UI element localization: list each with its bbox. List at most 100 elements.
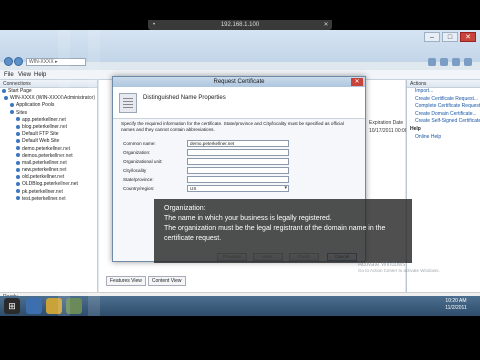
video-frame: – □ ✕ WIN-XXXX ▸ File View Help Connecti…	[0, 0, 480, 360]
globe-icon	[16, 146, 20, 151]
organizational-unit-label: Organizational unit:	[123, 159, 163, 164]
forward-icon[interactable]	[14, 57, 23, 66]
start-button[interactable]: ⊞	[4, 298, 20, 314]
actions-header: Actions	[407, 80, 480, 88]
tree-item[interactable]: test.peterkellner.net	[0, 196, 97, 203]
tree-item-label: Default FTP Site	[22, 131, 59, 138]
tree-item[interactable]: old.peterkellner.net	[0, 174, 97, 181]
common-name-label: Common name:	[123, 141, 156, 146]
letterbox-bottom	[0, 316, 480, 360]
tree-item[interactable]: WIN-XXXX (WIN-XXXX\Administrator)	[0, 95, 97, 102]
node-icon	[4, 95, 8, 100]
globe-icon	[16, 117, 20, 122]
city-label: City/locality	[123, 168, 147, 173]
connections-pane: Connections Start Page WIN-XXXX (WIN-XXXX…	[0, 80, 98, 292]
dialog-instructions: Specify the required information for the…	[121, 121, 344, 133]
node-icon	[10, 110, 14, 115]
tree-item[interactable]: OLDBlog.peterkellner.net	[0, 181, 97, 188]
globe-icon	[16, 138, 20, 143]
stop-icon[interactable]	[440, 58, 448, 66]
tree-item[interactable]: demos.peterkellner.net	[0, 153, 97, 160]
tree-item[interactable]: demo.peterkellner.net	[0, 146, 97, 153]
video-stripe-mid	[88, 30, 100, 316]
tree-item-label: Application Pools	[16, 102, 55, 109]
globe-icon	[16, 160, 20, 165]
menu-file[interactable]: File	[4, 70, 14, 80]
tree-item[interactable]: Default Web Site	[0, 138, 97, 145]
tree-item[interactable]: Start Page	[0, 88, 97, 95]
tree-item-label: Sites	[16, 109, 28, 116]
letterbox-top	[0, 0, 480, 20]
globe-icon	[16, 131, 20, 136]
action-link[interactable]: Complete Certificate Request...	[407, 103, 480, 111]
activation-watermark: Activate Windows Go to Action Center to …	[358, 262, 478, 273]
node-icon	[10, 103, 14, 108]
tree-item[interactable]: app.peterkellner.net	[0, 117, 97, 124]
connections-header: Connections	[0, 80, 97, 88]
city-field[interactable]	[187, 167, 289, 174]
back-icon[interactable]	[4, 57, 13, 66]
action-link[interactable]: Create Domain Certificate...	[407, 111, 480, 119]
country-label: Country/region:	[123, 186, 155, 191]
certificate-icon	[119, 93, 137, 113]
tree-item[interactable]: blog.peterkellner.net	[0, 124, 97, 131]
dialog-titlebar: Request Certificate ✕	[113, 77, 365, 87]
globe-icon	[16, 189, 20, 194]
maximize-button[interactable]: □	[442, 32, 458, 42]
remote-close-icon[interactable]: ✕	[322, 21, 330, 29]
organizational-unit-field[interactable]	[187, 158, 289, 165]
tree-item-label: pk.peterkellner.net	[22, 188, 63, 195]
menu-help[interactable]: Help	[34, 70, 46, 80]
action-link[interactable]: Create Self-Signed Certificate...	[407, 118, 480, 126]
column-value: 10/17/2011 00:00	[369, 128, 408, 134]
dialog-header: Distinguished Name Properties	[113, 87, 365, 119]
address-bar[interactable]: WIN-XXXX ▸	[26, 58, 86, 66]
menu-view[interactable]: View	[18, 70, 31, 80]
help-icon[interactable]	[464, 58, 472, 66]
dialog-title: Request Certificate	[213, 79, 265, 85]
tree-item[interactable]: new.peterkellner.net	[0, 167, 97, 174]
tree-item[interactable]: mail.peterkellner.net	[0, 160, 97, 167]
common-name-field[interactable]: demo.peterkellner.net	[187, 140, 289, 147]
column-header: Expiration Date	[369, 120, 404, 126]
globe-icon	[16, 124, 20, 129]
state-field[interactable]	[187, 176, 289, 183]
action-link[interactable]: Import...	[407, 88, 480, 96]
remote-session-bar: 192.168.1.100 • ✕	[148, 20, 332, 30]
caption-overlay: Organization: The name in which your bus…	[154, 199, 412, 263]
watermark-subtitle: Go to Action Center to activate Windows.	[358, 268, 440, 273]
globe-icon	[16, 182, 20, 187]
action-link[interactable]: Create Certificate Request...	[407, 96, 480, 104]
explorer-icon[interactable]	[26, 298, 42, 314]
tree-item[interactable]: Sites	[0, 110, 97, 117]
caption-line-2: The organization must be the legal regis…	[164, 225, 386, 242]
home-icon[interactable]	[452, 58, 460, 66]
tree-item[interactable]: pk.peterkellner.net	[0, 189, 97, 196]
refresh-icon[interactable]	[428, 58, 436, 66]
caption-line-1: The name in which your business is legal…	[164, 215, 332, 222]
connections-tree: Start Page WIN-XXXX (WIN-XXXX\Administrat…	[0, 88, 97, 203]
tab-content-view[interactable]: Content View	[147, 276, 186, 286]
clock-time: 10:20 AM	[445, 298, 467, 304]
organization-field[interactable]	[187, 149, 289, 156]
help-link[interactable]: Online Help	[407, 134, 480, 142]
minimize-button[interactable]: –	[424, 32, 440, 42]
help-list: Online Help	[407, 134, 480, 142]
tab-features-view[interactable]: Features View	[106, 276, 146, 286]
tree-item[interactable]: Application Pools	[0, 102, 97, 109]
help-header: Help	[410, 125, 421, 132]
globe-icon	[16, 167, 20, 172]
dialog-close-button[interactable]: ✕	[351, 78, 363, 86]
actions-list: Import... Create Certificate Request... Co…	[407, 88, 480, 126]
taskbar-clock[interactable]: 10:20 AM 11/2/2011	[436, 298, 476, 312]
country-select[interactable]: US	[187, 185, 289, 192]
clock-date: 11/2/2011	[445, 305, 467, 311]
tree-item-label: Default Web Site	[22, 138, 60, 145]
dialog-header-title: Distinguished Name Properties	[143, 95, 226, 101]
globe-icon	[16, 153, 20, 158]
organization-label: Organization:	[123, 150, 151, 155]
pin-icon[interactable]: •	[150, 21, 158, 29]
close-button[interactable]: ✕	[460, 32, 476, 42]
globe-icon	[16, 196, 20, 201]
tree-item[interactable]: Default FTP Site	[0, 131, 97, 138]
